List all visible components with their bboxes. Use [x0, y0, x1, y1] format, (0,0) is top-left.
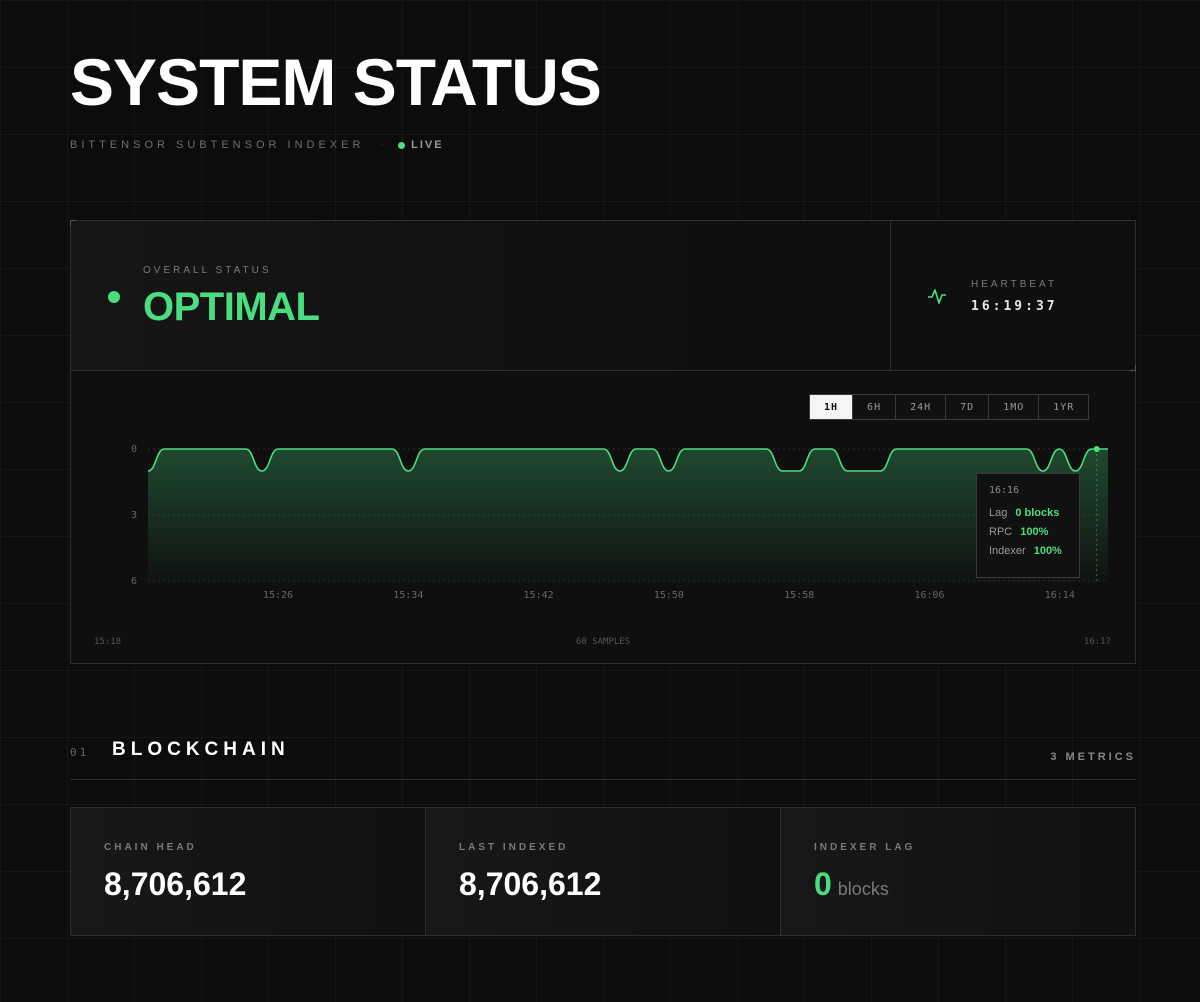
tooltip-row: RPC 100%	[989, 526, 1067, 538]
corner-mark	[70, 220, 76, 226]
metric-label: CHAIN HEAD	[104, 842, 197, 853]
tooltip-value: 100%	[1020, 526, 1049, 538]
footer-samples: 60 SAMPLES	[576, 637, 630, 647]
metric-label: LAST INDEXED	[459, 842, 569, 853]
metric-chain-head: CHAIN HEAD 8,706,612	[71, 808, 425, 935]
x-tick-label: 16:06	[914, 590, 944, 601]
x-tick-label: 15:50	[654, 590, 684, 601]
heartbeat-label: HEARTBEAT	[971, 279, 1058, 290]
subtitle-text: BITTENSOR SUBTENSOR INDEXER	[70, 139, 365, 151]
chart-tooltip: 16:16 Lag 0 blocks RPC 100% Indexer 100%	[976, 473, 1080, 578]
tooltip-label: Lag	[989, 507, 1008, 519]
pulse-icon	[928, 289, 946, 304]
footer-end-time: 16:17	[1084, 637, 1111, 647]
tooltip-time: 16:16	[989, 485, 1020, 496]
section-number: 01	[70, 746, 90, 759]
tooltip-row: Lag 0 blocks	[989, 507, 1067, 519]
tooltip-label: RPC	[989, 526, 1013, 538]
section-header: 01 BLOCKCHAIN 3 METRICS	[70, 738, 1136, 780]
metric-unit: blocks	[837, 879, 889, 899]
section-title: BLOCKCHAIN	[112, 739, 290, 760]
x-tick-label: 16:14	[1045, 590, 1075, 601]
metric-value: 0 blocks	[814, 866, 889, 903]
overall-status-label: OVERALL STATUS	[143, 265, 272, 276]
y-tick-label: 3	[131, 510, 137, 521]
tooltip-row: Indexer 100%	[989, 545, 1067, 557]
heartbeat-time: 16:19:37	[971, 299, 1058, 314]
overall-status-value: OPTIMAL	[143, 285, 320, 329]
subtitle-separator: ·	[380, 139, 389, 151]
page-title: SYSTEM STATUS	[70, 45, 602, 119]
metric-value: 8,706,612	[459, 866, 602, 902]
metric-value: 8,706,612	[104, 866, 247, 902]
status-dot	[108, 291, 120, 303]
page-subtitle: BITTENSOR SUBTENSOR INDEXER · LIVE	[70, 138, 444, 152]
status-summary: OVERALL STATUS OPTIMAL HEARTBEAT 16:19:3…	[70, 220, 1136, 371]
y-tick-label: 6	[131, 576, 137, 587]
hover-point	[1093, 446, 1100, 452]
chart-area	[148, 449, 1108, 581]
metric-last-indexed: LAST INDEXED 8,706,612	[425, 808, 780, 935]
live-label: LIVE	[411, 139, 444, 151]
y-tick-label: 0	[131, 444, 137, 455]
tooltip-value: 0 blocks	[1015, 507, 1060, 519]
live-indicator-dot	[398, 141, 406, 149]
section-metric-count: 3 METRICS	[1050, 751, 1136, 763]
tooltip-value: 100%	[1033, 545, 1062, 557]
metrics-row: CHAIN HEAD 8,706,612 LAST INDEXED 8,706,…	[70, 807, 1136, 936]
footer-start-time: 15:18	[94, 637, 121, 647]
x-tick-label: 15:34	[393, 590, 423, 601]
metric-indexer-lag: INDEXER LAG 0 blocks	[780, 808, 1135, 935]
x-tick-label: 15:58	[784, 590, 814, 601]
x-tick-label: 15:26	[263, 590, 293, 601]
status-card: OVERALL STATUS OPTIMAL HEARTBEAT 16:19:3…	[70, 220, 1136, 664]
metric-label: INDEXER LAG	[814, 842, 916, 853]
metric-number: 0	[814, 866, 832, 902]
heartbeat-panel: HEARTBEAT 16:19:37	[891, 221, 1135, 371]
tooltip-label: Indexer	[989, 545, 1026, 557]
overall-status-panel: OVERALL STATUS OPTIMAL	[71, 221, 891, 371]
x-tick-label: 15:42	[524, 590, 554, 601]
